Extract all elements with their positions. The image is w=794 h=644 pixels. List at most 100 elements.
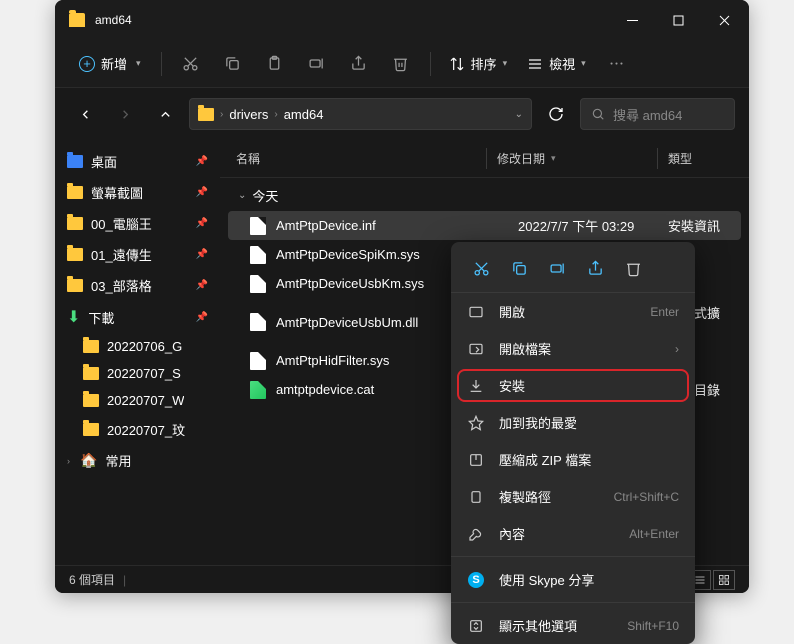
context-menu: 開啟Enter 開啟檔案› 安裝 加到我的最愛 壓縮成 ZIP 檔案 複製路徑C…: [451, 242, 695, 644]
sidebar: 桌面📌 螢幕截圖📌 00_電腦王📌 01_遠傳生📌 03_部落格📌 ⬇下載📌 2…: [55, 140, 220, 565]
chevron-right-icon: ›: [675, 342, 679, 356]
sidebar-item-desktop[interactable]: 桌面📌: [59, 146, 216, 177]
separator: [657, 148, 658, 169]
share-button[interactable]: [340, 46, 378, 82]
separator: [430, 52, 431, 76]
file-icon: [250, 352, 266, 370]
chevron-right-icon: ›: [220, 109, 223, 120]
col-name[interactable]: 名稱: [236, 144, 476, 173]
separator: [161, 52, 162, 76]
open-icon: [467, 304, 485, 320]
paste-button[interactable]: [256, 46, 294, 82]
file-icon: [250, 217, 266, 235]
up-button[interactable]: [149, 98, 181, 130]
ctx-install[interactable]: 安裝: [451, 367, 695, 404]
cut-button[interactable]: [463, 252, 499, 284]
more-button[interactable]: [598, 46, 636, 82]
minimize-button[interactable]: [609, 0, 655, 40]
file-row[interactable]: AmtPtpDevice.inf2022/7/7 下午 03:29安裝資訊: [228, 211, 741, 240]
sidebar-item-home[interactable]: ›🏠常用: [59, 445, 216, 476]
more-icon: [467, 618, 485, 634]
pin-icon: 📌: [196, 249, 208, 260]
wrench-icon: [467, 526, 485, 542]
forward-button[interactable]: [109, 98, 141, 130]
copy-button[interactable]: [501, 252, 537, 284]
copy-button[interactable]: [214, 46, 252, 82]
close-button[interactable]: [701, 0, 747, 40]
plus-icon: +: [79, 56, 95, 72]
chevron-down-icon[interactable]: ⌄: [515, 109, 523, 120]
chevron-down-icon: ▾: [503, 58, 508, 69]
address-bar[interactable]: › drivers › amd64 ⌄: [189, 98, 532, 130]
home-icon: 🏠: [80, 452, 97, 469]
folder-icon: [67, 186, 83, 199]
star-icon: [467, 415, 485, 431]
ctx-open[interactable]: 開啟Enter: [451, 293, 695, 330]
item-count: 6 個項目: [69, 571, 115, 588]
delete-button[interactable]: [382, 46, 420, 82]
maximize-button[interactable]: [655, 0, 701, 40]
breadcrumb-seg[interactable]: drivers: [229, 107, 268, 122]
sidebar-item[interactable]: 螢幕截圖📌: [59, 177, 216, 208]
sidebar-item[interactable]: 03_部落格📌: [59, 270, 216, 301]
sidebar-item[interactable]: 20220707_玟: [59, 414, 216, 445]
sidebar-item[interactable]: 20220706_G: [59, 333, 216, 360]
folder-icon: [83, 340, 99, 353]
group-header[interactable]: ⌄今天: [228, 180, 741, 211]
chevron-down-icon: ⌄: [238, 190, 246, 201]
pin-icon: 📌: [196, 187, 208, 198]
folder-icon: [67, 217, 83, 230]
sort-button[interactable]: 排序 ▾: [441, 48, 516, 79]
context-menu-actions: [451, 248, 695, 293]
file-icon: [250, 275, 266, 293]
folder-icon: [67, 279, 83, 292]
view-switcher: [689, 570, 735, 590]
ctx-favorite[interactable]: 加到我的最愛: [451, 404, 695, 441]
file-icon: [250, 381, 266, 399]
window-controls: [609, 0, 747, 40]
column-headers: 名稱 修改日期▾ 類型: [220, 140, 749, 178]
view-label: 檢視: [549, 54, 575, 73]
new-button[interactable]: + 新增 ▾: [69, 48, 151, 79]
ctx-more[interactable]: 顯示其他選項Shift+F10: [451, 607, 695, 644]
cut-button[interactable]: [172, 46, 210, 82]
sidebar-item[interactable]: 00_電腦王📌: [59, 208, 216, 239]
breadcrumb-seg[interactable]: amd64: [284, 107, 324, 122]
search-box[interactable]: 搜尋 amd64: [580, 98, 735, 130]
view-button[interactable]: 檢視 ▾: [519, 48, 594, 79]
copypath-icon: [467, 489, 485, 505]
folder-icon: [67, 155, 83, 168]
sidebar-item-downloads[interactable]: ⬇下載📌: [59, 301, 216, 333]
delete-button[interactable]: [615, 252, 651, 284]
ctx-skype[interactable]: S使用 Skype 分享: [451, 561, 695, 598]
search-icon: [591, 107, 605, 121]
ctx-copypath[interactable]: 複製路徑Ctrl+Shift+C: [451, 478, 695, 515]
back-button[interactable]: [69, 98, 101, 130]
col-date[interactable]: 修改日期▾: [497, 144, 647, 173]
folder-icon: [198, 108, 214, 121]
ctx-properties[interactable]: 內容Alt+Enter: [451, 515, 695, 552]
col-type[interactable]: 類型: [668, 144, 733, 173]
chevron-right-icon: ›: [67, 456, 70, 466]
separator: [451, 556, 695, 557]
sidebar-item[interactable]: 20220707_W: [59, 387, 216, 414]
install-icon: [467, 378, 485, 394]
pin-icon: 📌: [196, 218, 208, 229]
titlebar: amd64: [55, 0, 749, 40]
ctx-openwith[interactable]: 開啟檔案›: [451, 330, 695, 367]
separator: [451, 602, 695, 603]
pin-icon: 📌: [196, 156, 208, 167]
sidebar-item[interactable]: 01_遠傳生📌: [59, 239, 216, 270]
download-icon: ⬇: [67, 307, 80, 327]
rename-button[interactable]: [298, 46, 336, 82]
window-title: amd64: [95, 13, 609, 27]
view-icons-button[interactable]: [713, 570, 735, 590]
sort-label: 排序: [471, 54, 497, 73]
rename-button[interactable]: [539, 252, 575, 284]
share-button[interactable]: [577, 252, 613, 284]
ctx-zip[interactable]: 壓縮成 ZIP 檔案: [451, 441, 695, 478]
refresh-button[interactable]: [540, 98, 572, 130]
sidebar-item[interactable]: 20220707_S: [59, 360, 216, 387]
new-label: 新增: [101, 54, 127, 73]
openwith-icon: [467, 341, 485, 357]
